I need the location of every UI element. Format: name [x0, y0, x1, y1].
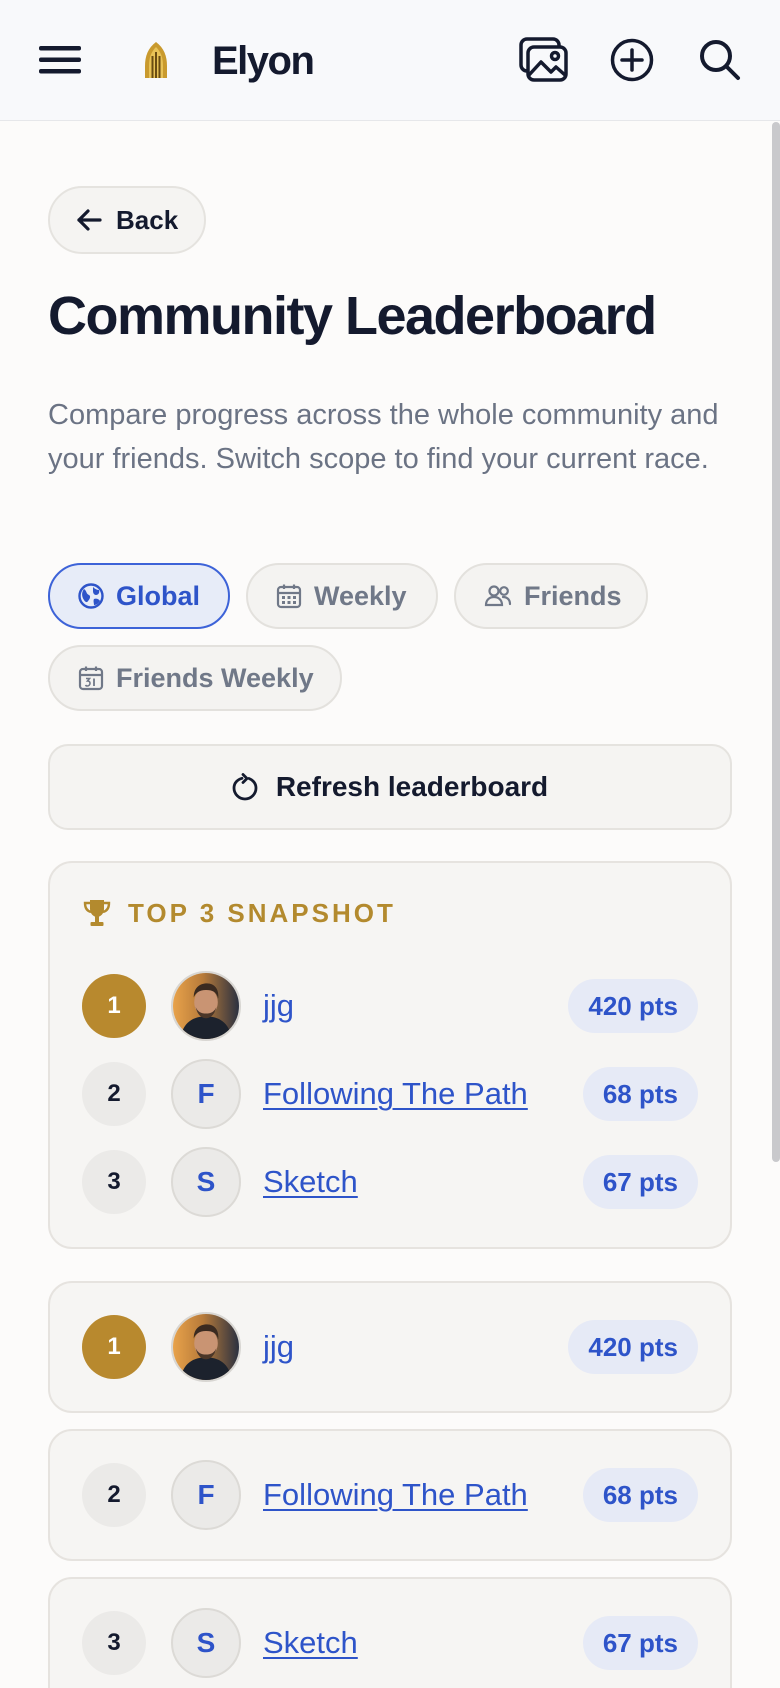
- snapshot-header: TOP 3 SNAPSHOT: [82, 893, 396, 933]
- leaderboard-row[interactable]: 2 F Following The Path 68 pts: [50, 1460, 730, 1530]
- avatar[interactable]: S: [171, 1147, 241, 1217]
- points-badge: 67 pts: [582, 1616, 698, 1670]
- rank-badge: 2: [82, 1062, 146, 1126]
- scope-label-weekly: Weekly: [314, 580, 407, 611]
- rank-badge: 2: [82, 1463, 146, 1527]
- menu-icon[interactable]: [36, 36, 84, 84]
- rank-badge: 3: [82, 1150, 146, 1214]
- avatar[interactable]: [171, 1312, 241, 1382]
- page-description: Compare progress across the whole commun…: [48, 399, 719, 475]
- rank-badge: 3: [82, 1611, 146, 1675]
- user-name[interactable]: jjg: [263, 1312, 294, 1382]
- scope-chip-global[interactable]: Global: [48, 563, 230, 629]
- refresh-leaderboard-button[interactable]: Refresh leaderboard: [48, 744, 732, 830]
- back-label: Back: [116, 204, 179, 235]
- scope-label-friends: Friends: [524, 580, 622, 611]
- scrollbar[interactable]: [772, 122, 780, 1162]
- app-header: Elyon: [0, 0, 780, 121]
- rank-badge: 1: [82, 974, 146, 1038]
- snapshot-row[interactable]: 1 jjg 420 pts: [50, 971, 730, 1041]
- user-name-link[interactable]: Following The Path: [263, 1460, 528, 1530]
- search-icon[interactable]: [692, 34, 748, 86]
- avatar[interactable]: [171, 971, 241, 1041]
- avatar[interactable]: F: [171, 1059, 241, 1129]
- points-badge: 420 pts: [568, 979, 698, 1033]
- user-name[interactable]: jjg: [263, 971, 294, 1041]
- user-name-link[interactable]: Following The Path: [263, 1059, 528, 1129]
- points-badge: 67 pts: [582, 1155, 698, 1209]
- snapshot-row[interactable]: 2 F Following The Path 68 pts: [50, 1059, 730, 1129]
- user-name-link[interactable]: Sketch: [263, 1147, 358, 1217]
- globe-icon: [78, 583, 104, 609]
- arrow-left-icon: [77, 209, 102, 231]
- leaderboard-entry[interactable]: 1 jjg 420 pts: [48, 1281, 732, 1413]
- scope-label-friends-weekly: Friends Weekly: [116, 662, 314, 693]
- gallery-icon[interactable]: [516, 34, 572, 86]
- scope-chip-friends[interactable]: Friends: [454, 563, 648, 629]
- brand-name[interactable]: Elyon: [212, 36, 315, 86]
- top-3-snapshot-card: TOP 3 SNAPSHOT 1 jjg 420 pts 2 F Followi…: [48, 861, 732, 1249]
- refresh-label: Refresh leaderboard: [275, 771, 549, 802]
- logo-icon[interactable]: [138, 36, 174, 84]
- avatar[interactable]: F: [171, 1460, 241, 1530]
- leaderboard-row[interactable]: 1 jjg 420 pts: [50, 1312, 730, 1382]
- users-icon: [484, 585, 512, 607]
- leaderboard-entry[interactable]: 3 S Sketch 67 pts: [48, 1577, 732, 1688]
- snapshot-title: TOP 3 SNAPSHOT: [128, 897, 396, 928]
- leaderboard-row[interactable]: 3 S Sketch 67 pts: [50, 1608, 730, 1678]
- user-name-link[interactable]: Sketch: [263, 1608, 358, 1678]
- rank-badge: 1: [82, 1315, 146, 1379]
- refresh-icon: [232, 773, 258, 801]
- calendar-31-icon: [78, 666, 104, 691]
- snapshot-row[interactable]: 3 S Sketch 67 pts: [50, 1147, 730, 1217]
- scope-label-global: Global: [116, 580, 201, 611]
- points-badge: 68 pts: [582, 1468, 698, 1522]
- leaderboard-entry[interactable]: 2 F Following The Path 68 pts: [48, 1429, 732, 1561]
- points-badge: 420 pts: [568, 1320, 698, 1374]
- avatar[interactable]: S: [171, 1608, 241, 1678]
- add-circle-icon[interactable]: [604, 34, 660, 86]
- points-badge: 68 pts: [582, 1067, 698, 1121]
- page-title: Community Leaderboard: [48, 286, 657, 346]
- calendar-icon: [276, 584, 302, 609]
- scope-chip-weekly[interactable]: Weekly: [246, 563, 438, 629]
- scope-chip-friends-weekly[interactable]: Friends Weekly: [48, 645, 342, 711]
- trophy-icon: [83, 900, 111, 926]
- back-button[interactable]: Back: [48, 186, 206, 254]
